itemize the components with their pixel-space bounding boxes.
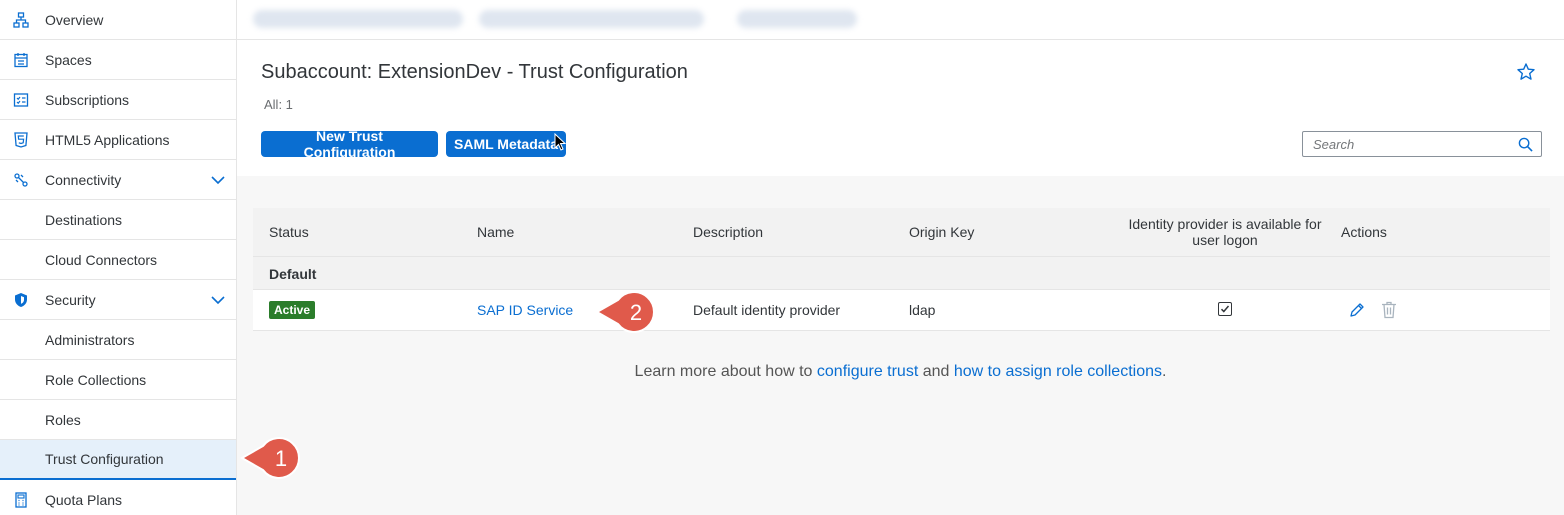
breadcrumb-blurred [737,10,857,28]
sidebar-item-label: Quota Plans [45,491,123,508]
description-cell: Default identity provider [693,302,841,318]
page-header: Subaccount: ExtensionDev - Trust Configu… [237,40,1564,176]
sidebar-item-security[interactable]: Security [0,280,236,320]
column-header-description: Description [693,224,764,240]
search-icon[interactable] [1518,137,1533,152]
help-text: Learn more about how to configure trust … [237,363,1564,381]
column-header-actions: Actions [1341,224,1387,240]
saml-metadata-button[interactable]: SAML Metadata [446,131,566,157]
sidebar-item-html5-applications[interactable]: HTML5 Applications [0,120,236,160]
origin-key-cell: ldap [909,302,936,318]
column-header-origin-key: Origin Key [909,224,975,240]
help-text-suffix: . [1161,363,1167,380]
sidebar-item-overview[interactable]: Overview [0,0,236,40]
callout-number: 1 [275,446,287,471]
sidebar-item-label: Roles [45,411,81,428]
sidebar-item-label: Connectivity [45,171,122,188]
chevron-down-icon[interactable] [210,292,226,308]
sidebar-item-destinations[interactable]: Destinations [0,200,236,240]
status-badge: Active [269,301,316,319]
new-trust-configuration-button[interactable]: New Trust Configuration [261,128,438,160]
edit-icon[interactable] [1349,302,1365,318]
callout-marker-1: 1 [239,437,300,479]
checkmark-icon [1220,305,1230,313]
search-input[interactable]: Search [1302,131,1542,157]
sidebar-item-role-collections[interactable]: Role Collections [0,360,236,400]
sidebar: Overview Spaces Subscriptions HTML5 Appl… [0,0,237,515]
configure-trust-link[interactable]: configure trust [817,363,918,380]
app-root: Overview Spaces Subscriptions HTML5 Appl… [0,0,1564,515]
identity-provider-name-link[interactable]: SAP ID Service [477,302,573,318]
table-row[interactable]: Active SAP ID Service Default identity p… [253,290,1550,331]
sidebar-item-connectivity[interactable]: Connectivity [0,160,236,200]
sidebar-item-quota-plans[interactable]: Quota Plans [0,480,236,515]
star-icon[interactable] [1516,62,1536,82]
sidebar-item-roles[interactable]: Roles [0,400,236,440]
column-header-status: Status [269,224,309,240]
sidebar-item-cloud-connectors[interactable]: Cloud Connectors [0,240,236,280]
breadcrumb-blurred [253,10,463,28]
checklist-icon [12,91,30,109]
sitemap-icon [12,11,30,29]
sidebar-item-label: Role Collections [45,371,147,388]
sidebar-item-label: HTML5 Applications [45,131,170,148]
assign-role-collections-link[interactable]: how to assign role collections [954,363,1162,380]
sidebar-item-spaces[interactable]: Spaces [0,40,236,80]
html5-icon [12,131,30,149]
column-header-identity-provider-available: Identity provider is available for user … [1128,216,1322,248]
callout-marker-2: 2 [594,291,655,333]
available-for-logon-checkbox[interactable] [1218,302,1232,316]
calendar-icon [12,51,30,69]
trust-configuration-table: Status Name Description Origin Key Ident… [253,208,1550,331]
mouse-cursor-icon [554,133,566,151]
table-header: Status Name Description Origin Key Ident… [253,208,1550,257]
breadcrumb-blurred [479,10,704,28]
group-label: Default [269,266,317,282]
sidebar-item-label: Security [45,291,96,308]
help-text-middle: and [918,363,954,380]
table-group-row: Default [253,257,1550,290]
sidebar-item-label: Subscriptions [45,91,130,108]
sidebar-item-trust-configuration[interactable]: Trust Configuration [0,440,236,480]
sidebar-item-label: Spaces [45,51,92,68]
breadcrumb [237,0,1564,40]
connectivity-icon [12,171,30,189]
help-text-prefix: Learn more about how to [634,363,817,380]
chevron-down-icon[interactable] [210,172,226,188]
calculator-icon [12,491,30,509]
sidebar-item-administrators[interactable]: Administrators [0,320,236,360]
item-count: All: 1 [264,97,293,112]
column-header-name: Name [477,224,515,240]
search-placeholder: Search [1313,137,1355,152]
delete-icon[interactable] [1381,301,1397,319]
sidebar-item-subscriptions[interactable]: Subscriptions [0,80,236,120]
sidebar-item-label: Destinations [45,211,123,228]
callout-number: 2 [630,300,642,325]
page-title: Subaccount: ExtensionDev - Trust Configu… [261,61,688,83]
content-area: Status Name Description Origin Key Ident… [237,176,1564,515]
sidebar-item-label: Cloud Connectors [45,251,158,268]
sidebar-item-label: Administrators [45,331,135,348]
sidebar-item-label: Overview [45,11,104,28]
shield-icon [12,291,30,309]
sidebar-item-label: Trust Configuration [45,451,164,467]
